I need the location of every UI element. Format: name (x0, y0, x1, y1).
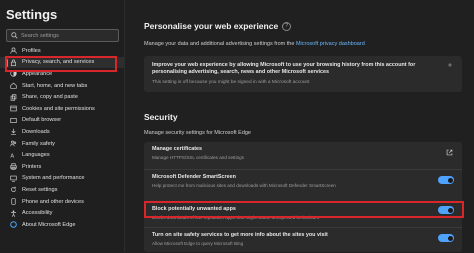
home-icon (10, 82, 17, 89)
setting-row-site-safety: Turn on site safety services to get more… (144, 227, 462, 253)
sidebar-item-label: Reset settings (22, 186, 58, 193)
sidebar-item-phone[interactable]: Phone and other devices (0, 196, 124, 208)
setting-subtitle: Manage HTTPS/SSL certificates and settin… (152, 154, 245, 160)
sidebar-item-label: Default browser (22, 117, 62, 124)
download-icon (10, 128, 17, 136)
setting-subtitle: This setting is off because you might be… (152, 80, 310, 85)
sidebar-item-start-home[interactable]: Start, home, and new tabs (0, 80, 124, 92)
search-box[interactable] (6, 29, 119, 42)
svg-text:A: A (10, 153, 14, 158)
sidebar-item-share[interactable]: Share, copy and paste (0, 91, 124, 103)
sidebar-item-languages[interactable]: A Languages (0, 149, 124, 161)
edge-icon (10, 221, 17, 228)
sidebar-item-label: Languages (22, 152, 50, 159)
phone-icon (10, 198, 17, 205)
browser-icon (10, 117, 17, 124)
sidebar-item-label: Accessibility (22, 210, 53, 217)
sidebar-item-about[interactable]: About Microsoft Edge (0, 219, 124, 231)
setting-title: Microsoft Defender SmartScreen (152, 174, 236, 180)
setting-subtitle: Allow Microsoft Edge to query Microsoft … (152, 240, 244, 246)
reset-icon (10, 186, 17, 193)
external-link-icon[interactable] (446, 149, 453, 156)
sidebar-item-label: Cookies and site permissions (22, 105, 95, 112)
security-heading: Security (144, 112, 178, 122)
sidebar-item-label: Downloads (22, 128, 50, 135)
sidebar-item-label: Share, copy and paste (22, 94, 78, 101)
sidebar-item-profiles[interactable]: Profiles (0, 45, 124, 57)
cookie-icon (10, 105, 17, 112)
search-icon (11, 32, 18, 39)
profile-icon (10, 47, 17, 54)
highlight-box (5, 56, 117, 72)
highlight-box (144, 201, 464, 218)
help-icon[interactable]: ? (282, 22, 292, 32)
sidebar: Settings Profiles Privacy, search, and s… (0, 0, 125, 252)
setting-title: Turn on site safety services to get more… (152, 232, 328, 238)
sidebar-item-family[interactable]: Family safety (0, 138, 124, 150)
setting-row-certificates[interactable]: Manage certificates Manage HTTPS/SSL cer… (144, 142, 462, 164)
sidebar-item-downloads[interactable]: Downloads (0, 126, 124, 138)
printer-icon (10, 163, 17, 170)
disabled-toggle-icon (448, 63, 452, 67)
system-icon (10, 175, 17, 182)
privacy-dashboard-link[interactable]: Microsoft privacy dashboard (296, 41, 365, 47)
sidebar-item-accessibility[interactable]: Accessibility (0, 207, 124, 219)
sidebar-item-label: About Microsoft Edge (22, 221, 76, 228)
language-icon: A (10, 152, 17, 158)
share-icon (10, 94, 17, 101)
search-input[interactable] (21, 30, 117, 41)
main-content: Personalise your web experience? Manage … (124, 0, 474, 252)
sidebar-item-system[interactable]: System and performance (0, 173, 124, 185)
description-text: Manage your data and additional advertis… (144, 41, 296, 47)
security-settings-list: Manage certificates Manage HTTPS/SSL cer… (144, 142, 462, 252)
sidebar-item-label: Start, home, and new tabs (22, 82, 88, 89)
section-description: Manage your data and additional advertis… (144, 41, 365, 47)
sidebar-item-reset[interactable]: Reset settings (0, 184, 124, 196)
improve-experience-card: Improve your web experience by allowing … (144, 56, 462, 92)
sidebar-item-printers[interactable]: Printers (0, 161, 124, 173)
family-icon (10, 140, 17, 147)
section-heading: Personalise your web experience? (144, 21, 292, 32)
sidebar-nav: Profiles Privacy, search, and services A… (0, 45, 124, 231)
sidebar-item-default-browser[interactable]: Default browser (0, 115, 124, 127)
sidebar-item-label: Family safety (22, 140, 55, 147)
setting-title: Manage certificates (152, 146, 203, 152)
setting-title: Improve your web experience by allowing … (152, 62, 416, 76)
sidebar-item-label: System and performance (22, 175, 85, 182)
page-title: Settings (6, 7, 58, 22)
accessibility-icon (10, 210, 17, 217)
sidebar-item-cookies[interactable]: Cookies and site permissions (0, 103, 124, 115)
smartscreen-toggle[interactable] (438, 176, 454, 184)
security-description: Manage security settings for Microsoft E… (144, 130, 251, 136)
site-safety-toggle[interactable] (438, 234, 454, 242)
sidebar-item-label: Profiles (22, 47, 41, 54)
setting-row-smartscreen: Microsoft Defender SmartScreen Help prot… (144, 169, 462, 192)
setting-subtitle: Help protect me from malicious sites and… (152, 182, 336, 188)
sidebar-item-label: Printers (22, 163, 42, 170)
sidebar-item-label: Phone and other devices (22, 198, 84, 205)
section-heading-text: Personalise your web experience (144, 21, 279, 31)
